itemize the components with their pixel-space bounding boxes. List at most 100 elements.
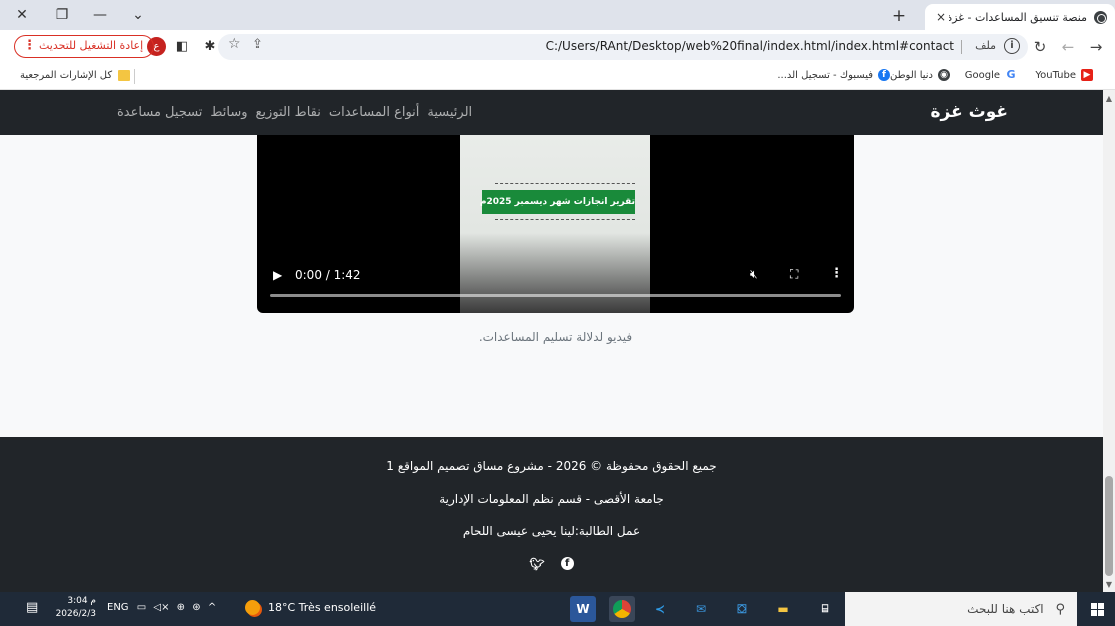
omnibox-divider (961, 40, 962, 54)
share-icon[interactable]: ⇪ (252, 37, 263, 52)
facebook-icon[interactable]: f (560, 557, 574, 570)
restore-icon: ❐ (55, 7, 69, 23)
scrollbar-thumb[interactable] (1105, 476, 1113, 576)
site-navbar: غوث غزة الرئيسية أنواع المساعدات نقاط ال… (0, 90, 1103, 135)
window-restore-button[interactable]: ❐ (44, 0, 80, 30)
bookmark-youtube[interactable]: ▶ YouTube (1035, 69, 1093, 81)
video-caption: فيديو لدلالة تسليم المساعدات. (478, 330, 633, 344)
google-icon: G (1006, 68, 1016, 81)
browser-tab-strip: ✕ ❐ — ⌄ + منصة تنسيق المساعدات - غزة × (0, 0, 1115, 30)
update-restart-button[interactable]: إعادة التشغيل للتحديث ⋮ (14, 35, 155, 58)
forward-button[interactable]: ← (1057, 36, 1079, 58)
battery-icon[interactable]: ▭ (137, 602, 146, 613)
facebook-icon: f (878, 69, 890, 81)
language-indicator[interactable]: ENG (107, 602, 129, 613)
windows-logo-icon (1090, 602, 1097, 609)
windows-logo-icon (1090, 609, 1097, 616)
bookmark-donya-alwatan[interactable]: ◉ دنيا الوطن (890, 69, 950, 81)
taskbar-search[interactable]: ⚲ اكتب هنا للبحث (845, 592, 1077, 626)
url-text[interactable]: C:/Users/RAnt/Desktop/web%20final/index.… (546, 39, 954, 53)
video-player[interactable]: تقرير انجازات شهر ديسمبر 2025م ▶ 0:00 / … (257, 135, 854, 313)
new-tab-button[interactable]: + (889, 6, 909, 26)
weather-text: 18°C Très ensoleillé (268, 601, 377, 614)
search-placeholder: اكتب هنا للبحث (967, 602, 1044, 616)
tab-active[interactable]: منصة تنسيق المساعدات - غزة × (925, 4, 1115, 30)
task-view-icon[interactable]: ⌸ (812, 596, 838, 622)
side-panel-icon[interactable]: ◧ (173, 38, 191, 56)
windows-taskbar: ⚲ اكتب هنا للبحث ⌸ ▬ ⛋ ✉ ≺ W 18°C Très e… (0, 592, 1115, 626)
tab-close-button[interactable]: × (933, 10, 949, 24)
volume-icon[interactable]: ◁× (153, 602, 169, 613)
nav-links: الرئيسية أنواع المساعدات نقاط التوزيع وس… (109, 105, 472, 120)
bookmark-google[interactable]: G Google (965, 69, 1017, 81)
bookmark-label: دنيا الوطن (889, 69, 933, 81)
notifications-icon[interactable]: ▤ (26, 600, 38, 615)
bookmark-star-icon[interactable]: ☆ (228, 36, 241, 52)
youtube-icon: ▶ (1081, 69, 1093, 81)
site-brand[interactable]: غوث غزة (931, 102, 1009, 122)
word-icon[interactable]: W (570, 596, 596, 622)
video-time: 0:00 / 1:42 (295, 268, 361, 282)
footer-copyright: جميع الحقوق محفوظة © 2026 - مشروع مساق ت… (386, 459, 717, 473)
taskbar-clock[interactable]: 3:04 م 2026/2/3 (52, 595, 96, 621)
info-icon[interactable]: i (1004, 38, 1020, 54)
fullscreen-icon[interactable]: ⛶ (790, 267, 798, 282)
vscode-icon[interactable]: ≺ (647, 596, 673, 622)
video-banner-text: تقرير انجازات شهر ديسمبر 2025م (480, 190, 635, 214)
nav-link-aid-types[interactable]: أنواع المساعدات (329, 105, 420, 120)
bookmark-facebook[interactable]: f فيسبوك - تسجيل الد... (777, 69, 890, 81)
mail-icon[interactable]: ✉ (688, 596, 714, 622)
nav-link-distribution-points[interactable]: نقاط التوزيع (256, 105, 321, 120)
back-button[interactable]: → (1085, 36, 1107, 58)
page-scrollbar[interactable]: ▲ ▼ (1103, 90, 1115, 592)
banner-line-bottom (495, 219, 635, 220)
bookmark-label: Google (964, 69, 1000, 81)
all-bookmarks-button[interactable]: كل الإشارات المرجعية (20, 70, 131, 81)
clock-date: 2026/2/3 (55, 609, 96, 619)
reload-button[interactable]: ↻ (1029, 36, 1051, 58)
tab-search-button[interactable]: ⌄ (120, 0, 156, 30)
mute-icon[interactable]: 🔇︎ (750, 267, 758, 282)
footer-author: عمل الطالبة:لينا يحيى عيسى اللحام (462, 524, 641, 538)
reload-icon: ↻ (1033, 38, 1047, 56)
scroll-down-icon[interactable]: ▼ (1103, 580, 1115, 589)
weather-widget[interactable]: 18°C Très ensoleillé (245, 600, 376, 615)
more-menu-icon: ⋮ (23, 38, 36, 53)
search-icon: ⚲ (1055, 602, 1065, 617)
store-icon[interactable]: ⛋ (729, 596, 755, 622)
tray-expand-icon[interactable]: ^ (208, 602, 216, 613)
network-icon[interactable]: ⊛ (192, 602, 200, 613)
web-page: غوث غزة الرئيسية أنواع المساعدات نقاط ال… (0, 90, 1103, 592)
extensions-icon[interactable]: ✱ (201, 38, 219, 56)
more-options-icon[interactable]: ⋮ (830, 266, 843, 281)
play-icon[interactable]: ▶ (273, 268, 282, 282)
address-bar[interactable]: i ملف C:/Users/RAnt/Desktop/web%20final/… (218, 34, 1028, 60)
globe-icon (1094, 10, 1107, 24)
arrow-forward-icon: ← (1061, 38, 1075, 56)
wifi-icon[interactable]: ⊕ (177, 602, 185, 613)
file-explorer-icon[interactable]: ▬ (770, 596, 796, 622)
bookmarks-bar: ▶ YouTube G Google ◉ دنيا الوطن f فيسبوك… (0, 63, 1115, 90)
globe-icon: ◉ (938, 69, 950, 81)
chrome-icon[interactable] (609, 596, 635, 622)
sun-icon (245, 600, 260, 615)
window-close-button[interactable]: ✕ (4, 0, 40, 30)
tab-title: منصة تنسيق المساعدات - غزة (949, 10, 1087, 24)
browser-toolbar: → ← ↻ i ملف C:/Users/RAnt/Desktop/web%20… (0, 30, 1115, 63)
window-minimize-button[interactable]: — (82, 0, 118, 30)
nav-link-media[interactable]: وسائط (210, 105, 247, 120)
folder-icon (118, 70, 131, 81)
nav-link-register-aid[interactable]: تسجيل مساعدة (117, 105, 202, 120)
video-frame (460, 135, 650, 313)
nav-link-home[interactable]: الرئيسية (427, 105, 472, 120)
chevron-down-icon: ⌄ (132, 7, 144, 23)
system-tray: ENG ▭ ◁× ⊕ ⊛ ^ (107, 602, 216, 613)
close-icon: ✕ (16, 7, 28, 23)
start-button[interactable] (1079, 592, 1115, 626)
site-footer: جميع الحقوق محفوظة © 2026 - مشروع مساق ت… (0, 437, 1103, 592)
scroll-up-icon[interactable]: ▲ (1103, 94, 1115, 103)
video-progress-track[interactable] (270, 294, 841, 297)
twitter-icon[interactable]: 🐦︎ (529, 557, 544, 571)
social-links: f 🐦︎ (0, 557, 1103, 571)
update-label: إعادة التشغيل للتحديث (39, 39, 144, 52)
